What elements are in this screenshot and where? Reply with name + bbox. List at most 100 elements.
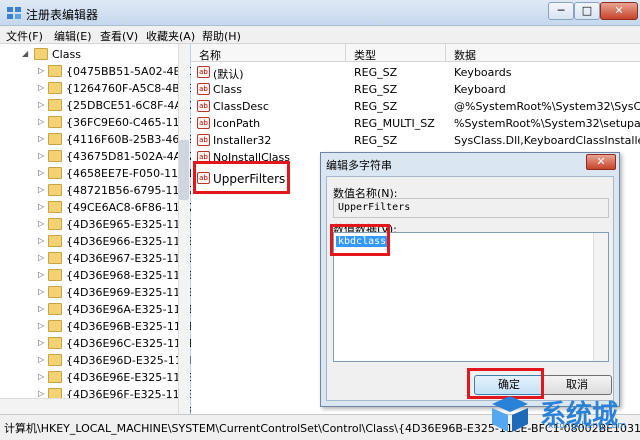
tree-item-label: {4D36E96B-E325-11CE (66, 320, 196, 333)
expand-arrow-icon[interactable]: ▷ (38, 321, 44, 330)
tree-item-label: {36FC9E60-C465-11CF (66, 116, 194, 129)
tree-item-label: {48721B56-6795-11D2 (66, 184, 195, 197)
list-row[interactable]: ab Installer32 REG_SZ SysClass.Dll,Keyboard… (191, 132, 640, 149)
expand-arrow-icon[interactable]: ▷ (38, 219, 44, 228)
value-name: Class (213, 83, 242, 96)
tree-item[interactable]: ▷ {4D36E96A-E325-11CE (0, 301, 195, 318)
folder-icon (48, 150, 62, 162)
minimize-button[interactable]: ─ (548, 2, 574, 20)
folder-icon (48, 303, 62, 315)
folder-icon (48, 286, 62, 298)
column-separator[interactable] (345, 44, 346, 62)
tree-item[interactable]: ▷ {4D36E966-E325-11CE (0, 233, 195, 250)
folder-icon (48, 133, 62, 145)
tree-item[interactable]: ▷ {4116F60B-25B3-4662 (0, 131, 193, 148)
tree-item[interactable]: ▷ {4D36E969-E325-11CE (0, 284, 195, 301)
tree-item-label: {4D36E96A-E325-11CE (66, 303, 196, 316)
folder-icon (48, 320, 62, 332)
value-type: REG_MULTI_SZ (354, 117, 435, 130)
menu-file[interactable]: 文件(F) (6, 28, 43, 44)
value-name-field: UpperFilters (333, 198, 609, 218)
maximize-button[interactable]: □ (574, 2, 600, 20)
tree-item[interactable]: ▷ {43675D81-502A-4A82 (0, 148, 195, 165)
folder-icon (48, 184, 62, 196)
tree-item-label: {4D36E96C-E325-11CE (66, 337, 196, 350)
expand-arrow-icon[interactable]: ▷ (38, 389, 44, 398)
expand-arrow-icon[interactable]: ▷ (38, 202, 44, 211)
tree-item[interactable]: ▷ {4D36E96B-E325-11CE (0, 318, 195, 335)
value-name: ClassDesc (213, 100, 269, 113)
expand-arrow-icon[interactable]: ▷ (38, 236, 44, 245)
menu-help[interactable]: 帮助(H) (202, 28, 241, 44)
tree-item[interactable]: ▷ {4D36E96C-E325-11CE (0, 335, 196, 352)
tree-item-label: {4D36E969-E325-11CE (66, 286, 195, 299)
column-type[interactable]: 类型 (354, 47, 376, 63)
expand-arrow-icon[interactable]: ▷ (38, 134, 44, 143)
expand-arrow-icon[interactable]: ▷ (38, 100, 44, 109)
value-type: REG_SZ (354, 66, 398, 79)
string-value-icon: ab (197, 134, 210, 146)
tree-item-label: {4D36E966-E325-11CE (66, 235, 195, 248)
list-row[interactable]: ab IconPath REG_MULTI_SZ %SystemRoot%\Syste… (191, 115, 640, 132)
menu-favorites[interactable]: 收藏夹(A) (146, 28, 195, 44)
tree-horizontal-scrollbar[interactable] (0, 398, 178, 414)
window-title: 注册表编辑器 (26, 8, 99, 22)
column-name[interactable]: 名称 (199, 47, 221, 63)
expand-arrow-icon[interactable]: ▷ (38, 66, 44, 75)
list-row[interactable]: ab ClassDesc REG_SZ @%SystemRoot%\System32\… (191, 98, 640, 115)
tree-scroll-thumb[interactable] (179, 140, 189, 200)
tree-item-label: {43675D81-502A-4A82 (66, 150, 196, 163)
dialog-close-button[interactable]: ✕ (586, 154, 616, 170)
expand-arrow-icon[interactable]: ▷ (38, 304, 44, 313)
folder-icon (48, 269, 62, 281)
tree-item-label: {4D36E968-E325-11CE (66, 269, 195, 282)
tree-item-label: {0475BB51-5A02-4EE0 (66, 65, 195, 78)
tree-item[interactable]: ▷ {48721B56-6795-11D2 (0, 182, 195, 199)
expand-arrow-icon[interactable]: ▷ (38, 270, 44, 279)
expand-arrow-icon[interactable]: ▷ (38, 355, 44, 364)
expand-arrow-icon[interactable]: ▷ (38, 372, 44, 381)
expand-arrow-icon[interactable]: ▷ (38, 168, 44, 177)
expand-arrow-icon[interactable]: ▷ (38, 83, 44, 92)
cancel-button[interactable]: 取消 (542, 375, 612, 395)
tree-item[interactable]: ▷ {4D36E96E-E325-11CE (0, 369, 195, 386)
tree-item-class[interactable]: ◢ Class (0, 46, 178, 63)
expand-arrow-icon[interactable]: ▷ (38, 253, 44, 262)
tree-item[interactable]: ▷ {4D36E967-E325-11CE (0, 250, 195, 267)
expand-arrow-icon[interactable]: ▷ (38, 117, 44, 126)
collapse-arrow-icon[interactable]: ◢ (22, 49, 28, 58)
value-data: Keyboards (454, 66, 512, 79)
tree-item[interactable]: ▷ {0475BB51-5A02-4EE0 (0, 63, 194, 80)
menu-view[interactable]: 查看(V) (100, 28, 138, 44)
value-type: REG_SZ (354, 134, 398, 147)
tree-item[interactable]: ▷ {4D36E965-E325-11CE (0, 216, 195, 233)
upperfilters-highlight (193, 161, 290, 194)
expand-arrow-icon[interactable]: ▷ (38, 287, 44, 296)
tree-item[interactable]: ▷ {36FC9E60-C465-11CF (0, 114, 194, 131)
tree-item[interactable]: ▷ {4D36E968-E325-11CE (0, 267, 195, 284)
list-row[interactable]: ab Class REG_SZ Keyboard (191, 81, 640, 98)
column-data[interactable]: 数据 (454, 47, 476, 63)
column-separator[interactable] (445, 44, 446, 62)
folder-icon (48, 116, 62, 128)
close-button[interactable]: ✕ (600, 2, 638, 20)
tree-item-label: {4D36E967-E325-11CE (66, 252, 195, 265)
tree-item[interactable]: ▷ {49CE6AC8-6F86-11D2 (0, 199, 195, 216)
tree-item-label: {4D36E965-E325-11CE (66, 218, 195, 231)
tree-item-label: {25DBCE51-6C8F-4A72 (66, 99, 196, 112)
tree-scrollbar[interactable] (178, 44, 190, 414)
menu-edit[interactable]: 编辑(E) (54, 28, 92, 44)
tree-item-label: Class (52, 48, 81, 61)
folder-open-icon (34, 48, 48, 60)
list-row[interactable]: ab (默认) REG_SZ Keyboards (191, 64, 640, 81)
tree-item[interactable]: ▷ {4D36E96D-E325-11CE (0, 352, 196, 369)
tree-item[interactable]: ▷ {4658EE7E-F050-11D1- (0, 165, 198, 182)
tree-item[interactable]: ▷ {1264760F-A5C8-4BFE- (0, 80, 197, 97)
string-value-icon: ab (197, 100, 210, 112)
expand-arrow-icon[interactable]: ▷ (38, 338, 44, 347)
value-data: Keyboard (454, 83, 506, 96)
expand-arrow-icon[interactable]: ▷ (38, 151, 44, 160)
expand-arrow-icon[interactable]: ▷ (38, 185, 44, 194)
data-scrollbar[interactable] (593, 233, 608, 361)
tree-item[interactable]: ▷ {25DBCE51-6C8F-4A72 (0, 97, 196, 114)
